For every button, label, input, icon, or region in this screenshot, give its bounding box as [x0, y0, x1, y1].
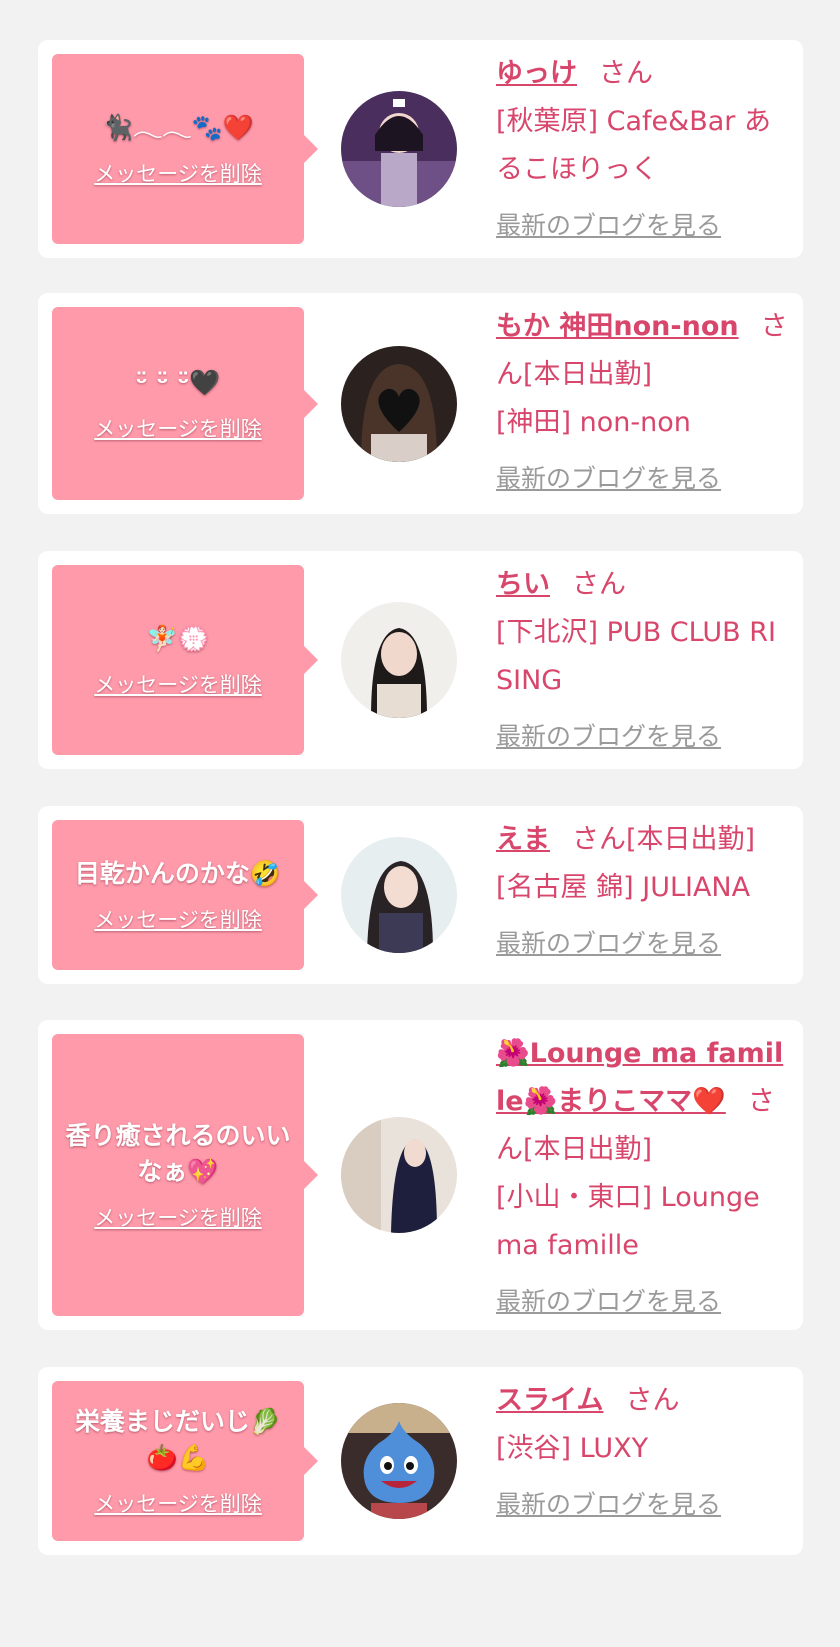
avatar-image: [341, 602, 457, 718]
user-name-link[interactable]: えま: [496, 824, 550, 855]
avatar-image: [341, 1403, 457, 1519]
avatar[interactable]: [341, 1117, 457, 1233]
avatar-image: [341, 837, 457, 953]
delete-message-link[interactable]: メッセージを削除: [94, 1488, 262, 1518]
name-line: スライム さん: [496, 1377, 789, 1425]
message-text: ᵕ̈ ᵕ̈ ᵕ̈🖤: [135, 367, 221, 397]
shop-text: [秋葉原] Cafe&Bar あるこほりっく: [496, 106, 771, 185]
shop-text: [渋谷] LUXY: [496, 1433, 649, 1464]
name-line: えま さん[本日出勤]: [496, 816, 789, 864]
message-card: ᵕ̈ ᵕ̈ ᵕ̈🖤 メッセージを削除 もか 神田non-non さん[本日出勤] …: [38, 293, 803, 514]
message-text: 栄養まじだいじ🥬🍅💪: [74, 1407, 282, 1472]
latest-blog-link[interactable]: 最新のブログを見る: [496, 1485, 721, 1521]
user-info: ちい さん [下北沢] PUB CLUB RISING 最新のブログを見る: [496, 561, 789, 753]
user-name-link[interactable]: スライム: [496, 1385, 603, 1416]
avatar[interactable]: [341, 91, 457, 207]
message-bubble: ᵕ̈ ᵕ̈ ᵕ̈🖤 メッセージを削除: [52, 307, 318, 500]
message-text: 香り癒されるのいいなぁ💖: [65, 1121, 291, 1186]
honorific: さん: [599, 58, 653, 89]
attendance-status: [本日出勤]: [523, 359, 653, 390]
user-name-link[interactable]: 🌺Lounge ma famille🌺まりこママ❤️: [496, 1038, 783, 1117]
user-info: スライム さん [渋谷] LUXY 最新のブログを見る: [496, 1377, 789, 1521]
message-card: 目乾かんのかな🤣 メッセージを削除 えま さん[本日出勤] [名古屋 錦] JUL…: [38, 806, 803, 984]
attendance-status: [本日出勤]: [626, 824, 756, 855]
attendance-status: [本日出勤]: [523, 1134, 653, 1165]
message-bubble: 🧚🏻💮 メッセージを削除: [52, 565, 318, 755]
name-line: 🌺Lounge ma famille🌺まりこママ❤️ さん[本日出勤]: [496, 1030, 789, 1174]
user-info: えま さん[本日出勤] [名古屋 錦] JULIANA 最新のブログを見る: [496, 816, 789, 960]
delete-message-link[interactable]: メッセージを削除: [94, 904, 262, 934]
avatar[interactable]: [341, 1403, 457, 1519]
message-card: 🐈‍⬛𓂃𓂃🐾❤️ メッセージを削除 ゆっけ さん [秋葉原] Cafe&Bar あ…: [38, 40, 803, 258]
shop-text: [下北沢] PUB CLUB RISING: [496, 617, 776, 696]
shop-text: [神田] non-non: [496, 407, 691, 438]
user-info: ゆっけ さん [秋葉原] Cafe&Bar あるこほりっく 最新のブログを見る: [496, 50, 789, 242]
avatar-image: [341, 91, 457, 207]
delete-message-link[interactable]: メッセージを削除: [94, 413, 262, 443]
latest-blog-link[interactable]: 最新のブログを見る: [496, 717, 721, 753]
honorific: さん: [572, 824, 626, 855]
message-text: 🧚🏻💮: [146, 624, 210, 653]
latest-blog-link[interactable]: 最新のブログを見る: [496, 1282, 721, 1318]
message-card: 🧚🏻💮 メッセージを削除 ちい さん [下北沢] PUB CLUB RISING …: [38, 551, 803, 769]
delete-message-link[interactable]: メッセージを削除: [94, 158, 262, 188]
avatar[interactable]: [341, 837, 457, 953]
message-bubble: 栄養まじだいじ🥬🍅💪 メッセージを削除: [52, 1381, 318, 1541]
user-name-link[interactable]: ゆっけ: [496, 58, 577, 89]
avatar[interactable]: [341, 345, 457, 462]
message-bubble: 目乾かんのかな🤣 メッセージを削除: [52, 820, 318, 970]
user-name-link[interactable]: もか 神田non-non: [496, 311, 739, 342]
message-text: 目乾かんのかな🤣: [74, 859, 282, 888]
shop-text: [小山・東口] Lounge ma famille: [496, 1182, 760, 1261]
shop-text: [名古屋 錦] JULIANA: [496, 872, 751, 903]
name-line: ゆっけ さん: [496, 50, 789, 98]
user-name-link[interactable]: ちい: [496, 569, 550, 600]
message-text: 🐈‍⬛𓂃𓂃🐾❤️: [102, 113, 254, 142]
name-line: ちい さん: [496, 561, 789, 609]
user-info: もか 神田non-non さん[本日出勤] [神田] non-non 最新のブログ…: [496, 303, 789, 495]
message-bubble: 香り癒されるのいいなぁ💖 メッセージを削除: [52, 1034, 318, 1316]
latest-blog-link[interactable]: 最新のブログを見る: [496, 459, 721, 495]
delete-message-link[interactable]: メッセージを削除: [94, 669, 262, 699]
message-card: 栄養まじだいじ🥬🍅💪 メッセージを削除 スライム さん [渋谷] LUXY 最新の…: [38, 1367, 803, 1555]
avatar[interactable]: [341, 602, 457, 718]
name-line: もか 神田non-non さん[本日出勤]: [496, 303, 789, 399]
avatar-image: [341, 345, 457, 462]
user-info: 🌺Lounge ma famille🌺まりこママ❤️ さん[本日出勤] [小山・東…: [496, 1030, 789, 1318]
latest-blog-link[interactable]: 最新のブログを見る: [496, 206, 721, 242]
delete-message-link[interactable]: メッセージを削除: [94, 1202, 262, 1232]
honorific: さん: [572, 569, 626, 600]
avatar-image: [341, 1117, 457, 1233]
honorific: さん: [625, 1385, 680, 1416]
message-bubble: 🐈‍⬛𓂃𓂃🐾❤️ メッセージを削除: [52, 54, 318, 244]
message-card: 香り癒されるのいいなぁ💖 メッセージを削除 🌺Lounge ma famille…: [38, 1020, 803, 1330]
latest-blog-link[interactable]: 最新のブログを見る: [496, 924, 721, 960]
